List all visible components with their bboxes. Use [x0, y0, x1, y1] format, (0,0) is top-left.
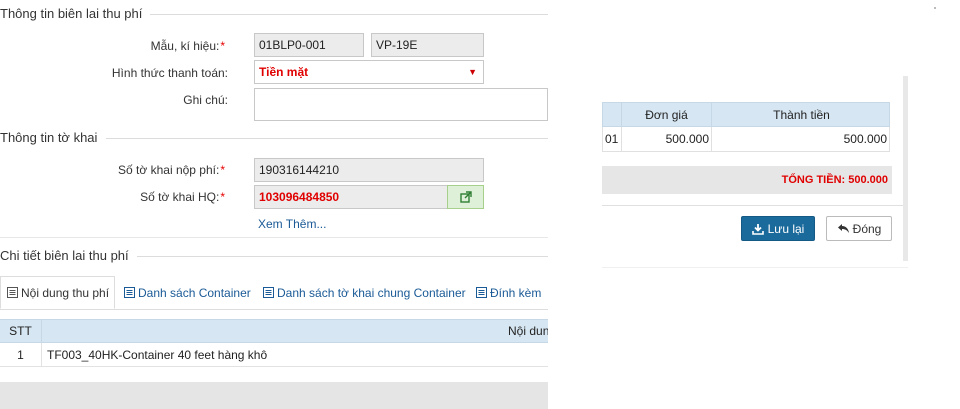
section-divider — [150, 14, 548, 15]
payment-method-select[interactable]: Tiền mặt ▼ — [254, 60, 484, 84]
customs-declaration-value: 103096484850 — [259, 190, 340, 204]
price-table-header: Đơn giá Thành tiền — [602, 102, 890, 127]
tab-label: Danh sách tờ khai chung Container — [277, 285, 466, 300]
download-icon — [751, 223, 764, 235]
row-content: TF003_40HK-Container 40 feet hàng khô — [47, 347, 268, 362]
list-icon — [263, 287, 274, 298]
see-more-link[interactable]: Xem Thêm... — [258, 217, 326, 231]
column-header-stt: STT — [0, 320, 42, 342]
table-row[interactable]: 1 TF003_40HK-Container 40 feet hàng khô — [0, 343, 548, 367]
dropdown-caret-icon: ▼ — [468, 67, 477, 77]
tab-fee-content[interactable]: Nội dung thu phí — [0, 276, 115, 309]
list-icon — [124, 287, 135, 298]
close-button-label: Đóng — [852, 221, 882, 236]
row-unit-price: 500.000 — [621, 127, 709, 151]
section-title-receipt-detail: Chi tiết biên lai thu phí — [0, 248, 129, 263]
tab-label: Danh sách Container — [138, 285, 251, 300]
customs-declaration-label: Số tờ khai HQ:* — [140, 190, 225, 204]
payment-method-label: Hình thức thanh toán: — [111, 66, 228, 80]
external-link-icon — [459, 191, 472, 203]
tab-shared-declaration-list[interactable]: Danh sách tờ khai chung Container — [257, 276, 467, 309]
decorative-dot — [934, 7, 936, 9]
reply-arrow-icon — [837, 224, 849, 233]
receipt-form-panel: Thông tin biên lai thu phí Mẫu, kí hiệu:… — [0, 0, 548, 409]
divider — [0, 237, 548, 238]
total-amount: TỔNG TIỀN: 500.000 — [781, 174, 888, 186]
section-title-receipt-info: Thông tin biên lai thu phí — [0, 6, 143, 21]
template-label: Mẫu, kí hiệu:* — [150, 39, 225, 53]
panel-edge — [903, 76, 908, 261]
section-divider — [137, 256, 548, 257]
fee-summary-panel: Đơn giá Thành tiền 01 500.000 500.000 TỔ… — [602, 76, 908, 267]
list-icon — [7, 287, 18, 298]
fee-declaration-number-field[interactable]: 190316144210 — [254, 158, 484, 182]
table-row[interactable]: 01 500.000 500.000 — [602, 127, 890, 152]
note-textarea[interactable] — [254, 88, 548, 121]
column-header-amount: Thành tiền — [711, 103, 891, 126]
save-button[interactable]: Lưu lại — [741, 216, 815, 241]
tab-container-list[interactable]: Danh sách Container — [118, 276, 255, 309]
total-bar: TỔNG TIỀN: 500.000 — [602, 166, 892, 194]
close-button[interactable]: Đóng — [826, 216, 892, 241]
table-footer — [0, 382, 548, 409]
detail-tabs: Nội dung thu phí Danh sách Container Dan… — [0, 276, 548, 310]
customs-declaration-number-field[interactable]: 103096484850 — [254, 185, 448, 209]
row-quantity-partial: 01 — [605, 132, 619, 146]
tab-label: Đính kèm — [490, 285, 542, 300]
note-label: Ghi chú: — [183, 93, 228, 107]
tab-label: Nội dung thu phí — [21, 285, 110, 300]
footer-divider — [602, 205, 908, 206]
row-amount: 500.000 — [711, 127, 887, 151]
column-header-unit-price: Đơn giá — [621, 103, 711, 126]
row-stt: 1 — [0, 343, 42, 366]
symbol-field[interactable]: VP-19E — [371, 33, 484, 57]
save-button-label: Lưu lại — [767, 221, 805, 236]
section-divider — [106, 138, 548, 139]
fee-declaration-label: Số tờ khai nộp phí:* — [118, 163, 225, 177]
tab-attachments[interactable]: Đính kèm — [470, 276, 548, 309]
section-title-declaration-info: Thông tin tờ khai — [0, 130, 98, 145]
open-declaration-button[interactable] — [447, 185, 484, 209]
panel-shadow — [602, 267, 908, 268]
payment-method-value: Tiền mặt — [259, 65, 309, 79]
detail-table-header: STT Nội dun — [0, 319, 548, 343]
column-header-content: Nội dun — [508, 324, 548, 338]
list-icon — [476, 287, 487, 298]
template-code-field[interactable]: 01BLP0-001 — [254, 33, 364, 57]
